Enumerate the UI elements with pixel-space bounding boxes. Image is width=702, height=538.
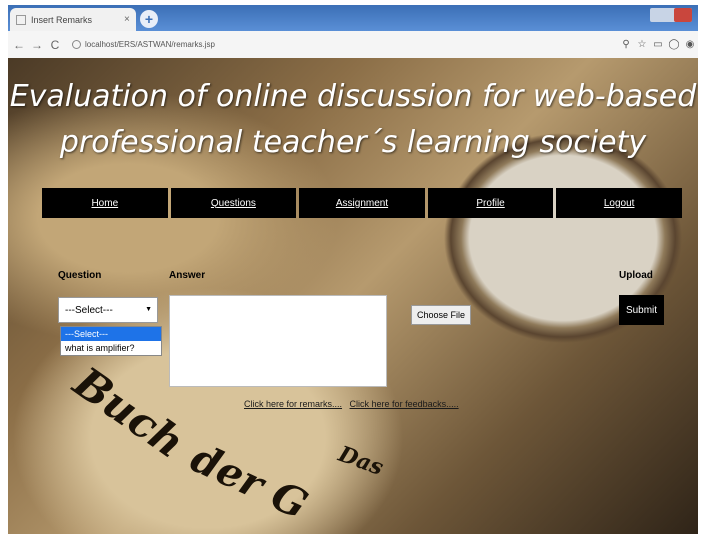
answer-textarea[interactable] xyxy=(169,295,387,387)
nav-home-link[interactable]: Home xyxy=(42,188,168,218)
question-select-value: ---Select--- xyxy=(65,304,113,316)
upload-label: Upload xyxy=(619,270,653,281)
nav-logout-link[interactable]: Logout xyxy=(556,188,682,218)
dropdown-arrow-icon: ▼ xyxy=(145,306,152,313)
cast-icon[interactable]: ▭ xyxy=(650,39,666,50)
page-icon xyxy=(16,14,26,25)
info-icon[interactable] xyxy=(72,40,81,50)
reload-icon[interactable]: C xyxy=(48,38,62,52)
tab-close-icon[interactable]: × xyxy=(124,14,136,25)
url-field[interactable]: localhost/ERS/ASTWAN/remarks.jsp xyxy=(72,39,618,50)
background-word: Das xyxy=(334,440,387,482)
back-icon[interactable]: ← xyxy=(12,38,26,52)
submit-button[interactable]: Submit xyxy=(619,295,664,325)
remarks-link[interactable]: Click here for remarks.... xyxy=(244,399,342,409)
question-label: Question xyxy=(58,270,102,281)
dropdown-option[interactable]: what is amplifier? xyxy=(61,341,161,355)
choose-file-button[interactable]: Choose File xyxy=(411,305,471,325)
nav-profile-link[interactable]: Profile xyxy=(427,188,554,218)
star-icon[interactable]: ☆ xyxy=(634,39,650,50)
background-gothic-text: Buch der G Das xyxy=(65,357,448,529)
background-word: der G xyxy=(183,434,315,529)
nav-assignment-link[interactable]: Assignment xyxy=(299,188,425,218)
dropdown-option[interactable]: ---Select--- xyxy=(61,327,161,341)
address-bar: ← → C localhost/ERS/ASTWAN/remarks.jsp ⚲… xyxy=(8,31,698,59)
question-select[interactable]: ---Select--- ▼ xyxy=(58,297,158,323)
search-icon[interactable]: ⚲ xyxy=(618,39,634,50)
question-dropdown-list: ---Select--- what is amplifier? xyxy=(60,326,162,356)
window-close-button[interactable] xyxy=(674,8,692,22)
main-nav: Home Questions Assignment Profile Logout xyxy=(42,188,682,218)
tab-title: Insert Remarks xyxy=(31,14,93,25)
window-controls[interactable] xyxy=(650,8,692,22)
extension-icon[interactable]: ◯ xyxy=(666,39,682,50)
page-title: Evaluation of online discussion for web-… xyxy=(9,79,697,160)
page-background: Buch der G Das Evaluation of online disc… xyxy=(8,58,698,534)
new-tab-button[interactable]: + xyxy=(140,10,158,28)
browser-tab-bar: Insert Remarks × + xyxy=(8,5,698,31)
nav-questions-link[interactable]: Questions xyxy=(170,188,297,218)
links-row: Click here for remarks.... Click here fo… xyxy=(244,399,459,409)
forward-icon[interactable]: → xyxy=(30,38,44,52)
feedbacks-link[interactable]: Click here for feedbacks..... xyxy=(350,399,459,409)
account-icon[interactable]: ◉ xyxy=(682,39,698,50)
browser-tab[interactable]: Insert Remarks × xyxy=(10,8,136,31)
url-text: localhost/ERS/ASTWAN/remarks.jsp xyxy=(85,39,215,49)
answer-label: Answer xyxy=(169,270,206,281)
